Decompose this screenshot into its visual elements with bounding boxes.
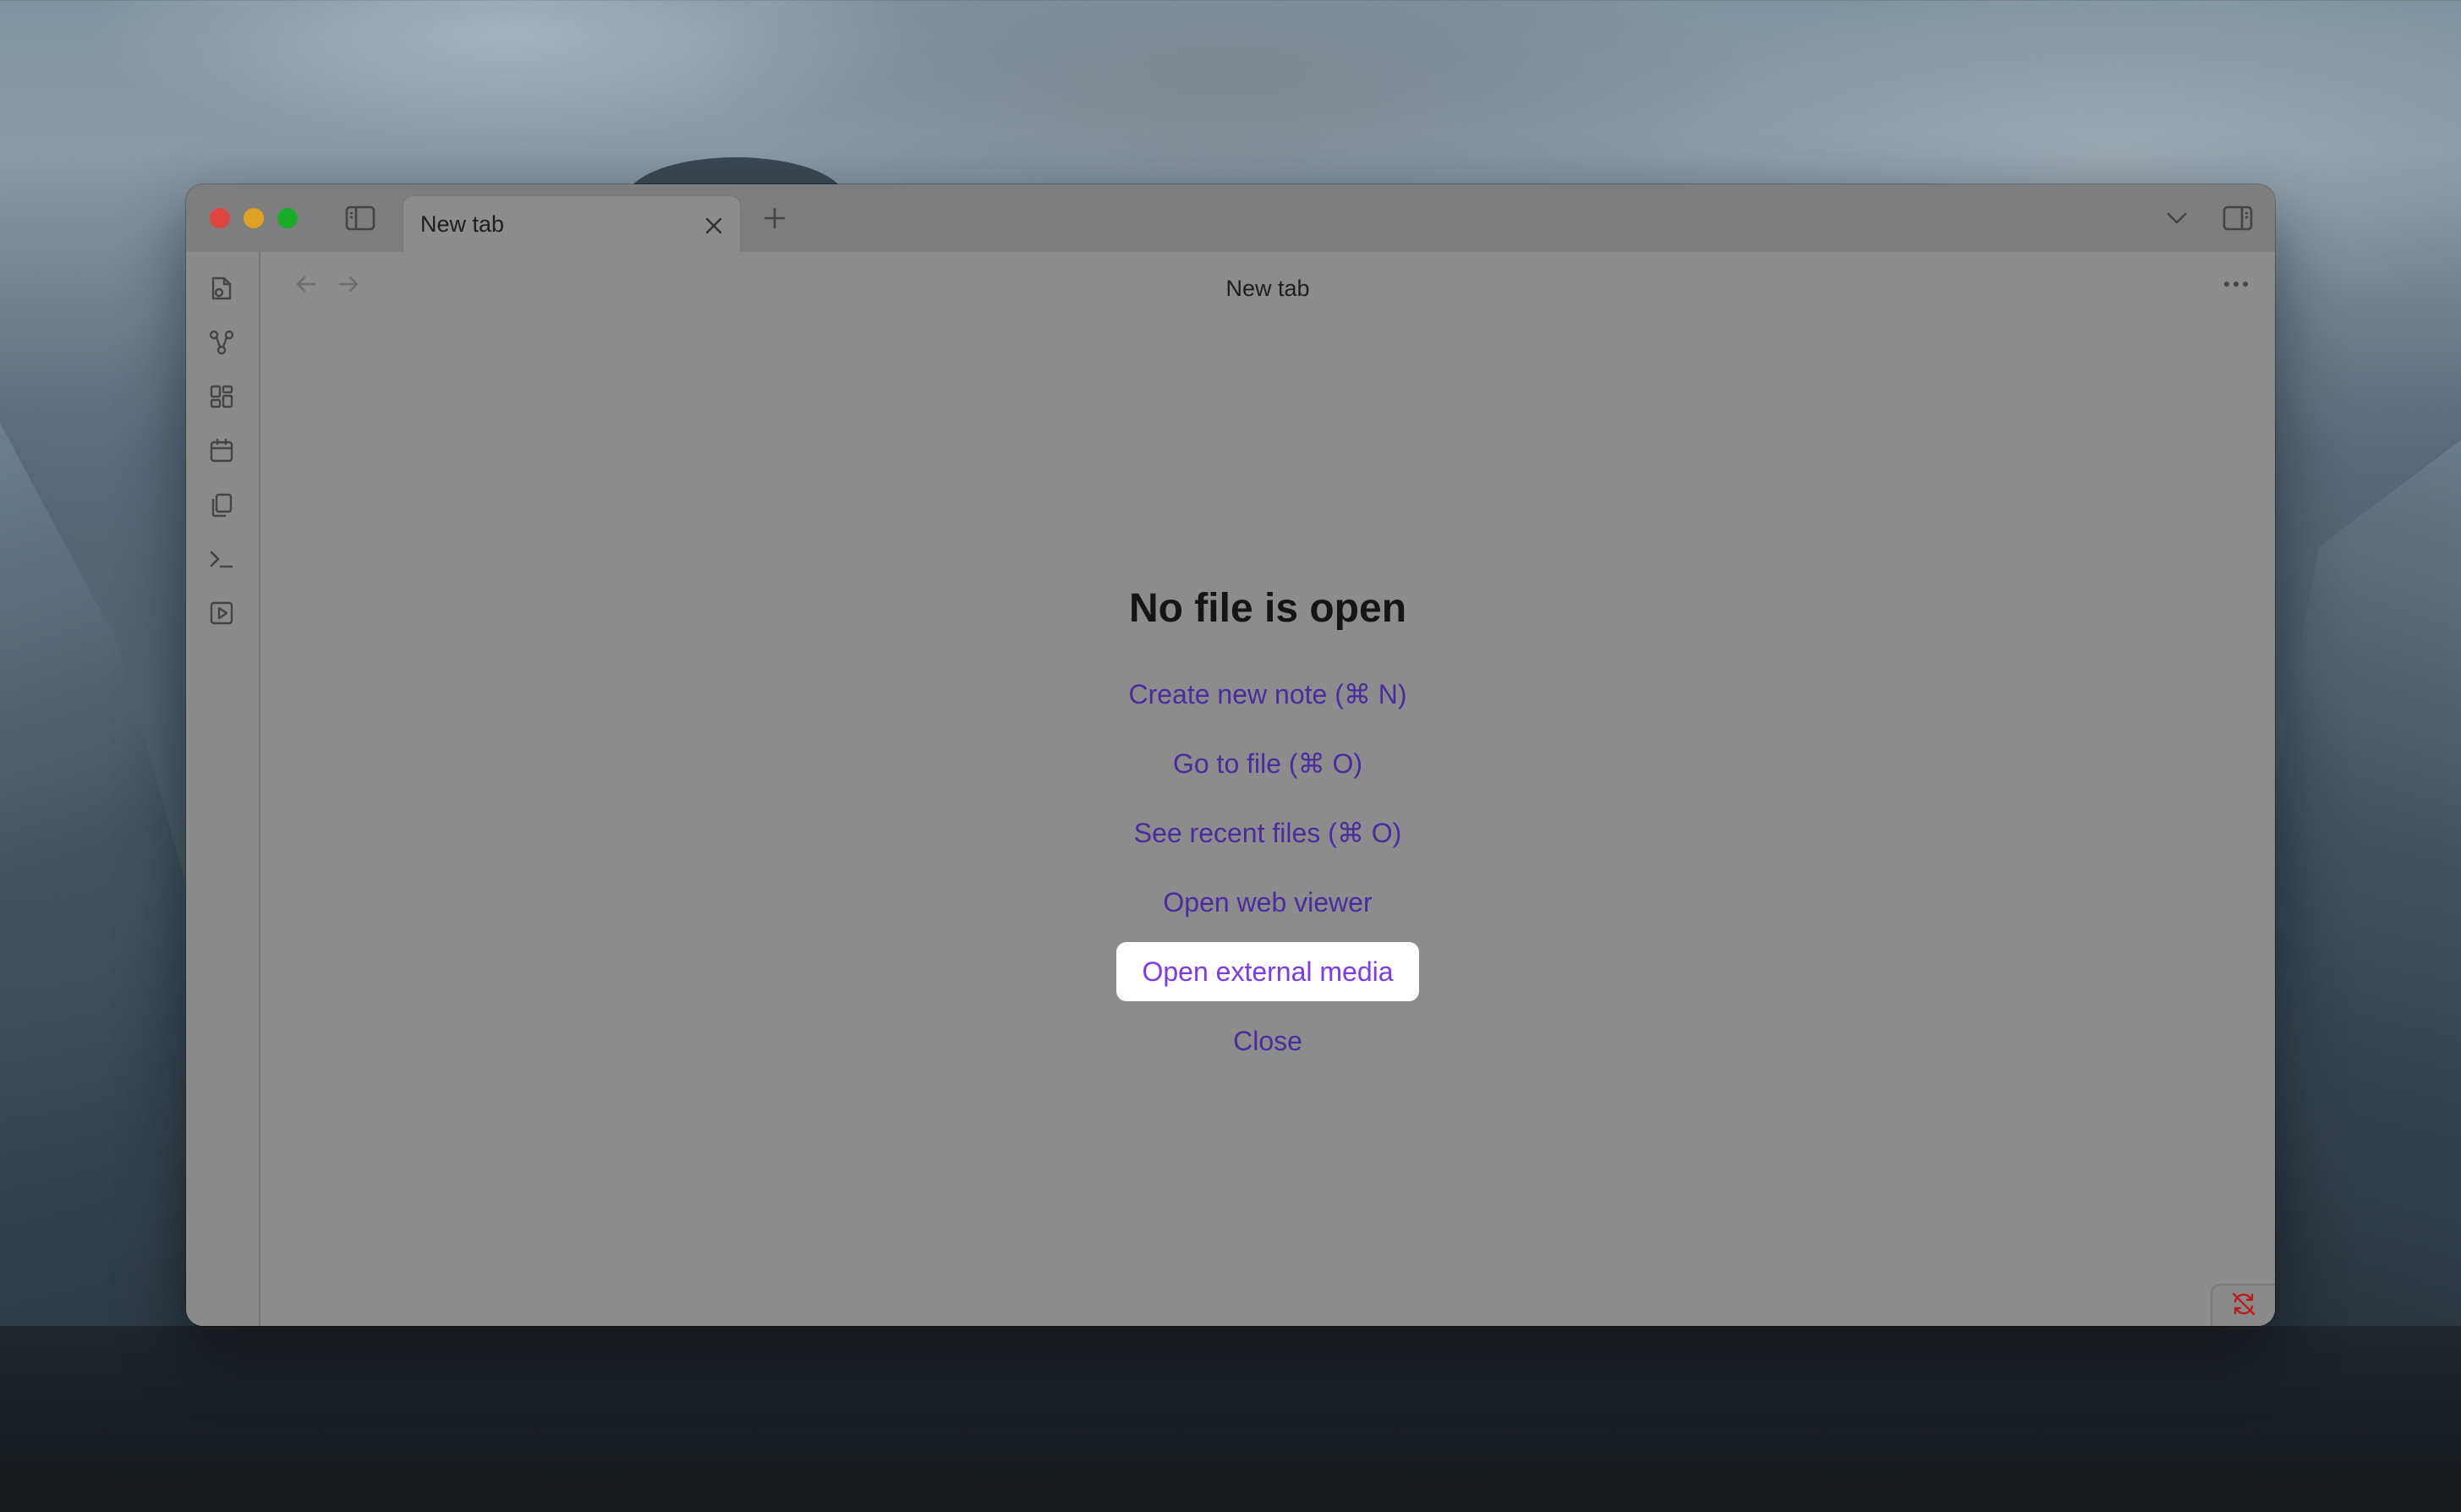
terminal-icon[interactable] xyxy=(200,538,243,580)
see-recent-files-link[interactable]: See recent files (⌘ O) xyxy=(1109,803,1428,863)
play-icon[interactable] xyxy=(200,592,243,634)
go-to-file-link[interactable]: Go to file (⌘ O) xyxy=(1148,734,1388,793)
window-maximize-button[interactable] xyxy=(277,208,298,228)
tab-label: New tab xyxy=(420,211,505,237)
title-bar: New tab xyxy=(186,184,2275,255)
empty-state: No file is open Create new note (⌘ N) Go… xyxy=(260,583,2275,1081)
more-horizontal-icon[interactable] xyxy=(2217,267,2255,301)
workspace-view: New tab No file is open Create new note … xyxy=(260,252,2275,1326)
sync-status-button[interactable] xyxy=(2211,1284,2275,1326)
open-web-viewer-link[interactable]: Open web viewer xyxy=(1137,873,1397,932)
empty-state-title: No file is open xyxy=(1128,586,1407,631)
dashboard-icon[interactable] xyxy=(200,375,243,418)
chevron-down-icon[interactable] xyxy=(2162,203,2192,233)
plus-icon[interactable] xyxy=(758,201,792,235)
sidebar-left-icon[interactable] xyxy=(342,201,379,235)
window-close-button[interactable] xyxy=(210,208,230,228)
calendar-icon[interactable] xyxy=(200,430,243,472)
open-external-media-link[interactable]: Open external media xyxy=(1116,942,1419,1001)
create-new-note-link[interactable]: Create new note (⌘ N) xyxy=(1103,665,1432,724)
copy-icon[interactable] xyxy=(200,484,243,526)
wallpaper-cliff xyxy=(0,1326,2461,1512)
app-window: New tab New tab No file is open Create n… xyxy=(186,184,2275,1326)
window-minimize-button[interactable] xyxy=(244,208,264,228)
close-link[interactable]: Close xyxy=(1208,1011,1328,1071)
sidebar-right-icon[interactable] xyxy=(2219,201,2256,235)
tab-new-tab[interactable]: New tab xyxy=(402,194,742,255)
left-ribbon xyxy=(186,252,260,1326)
graph-icon[interactable] xyxy=(200,321,243,364)
file-plus-icon[interactable] xyxy=(200,267,243,310)
view-title: New tab xyxy=(1225,276,1310,301)
close-icon[interactable] xyxy=(699,211,728,240)
sync-off-icon xyxy=(2230,1290,2257,1322)
